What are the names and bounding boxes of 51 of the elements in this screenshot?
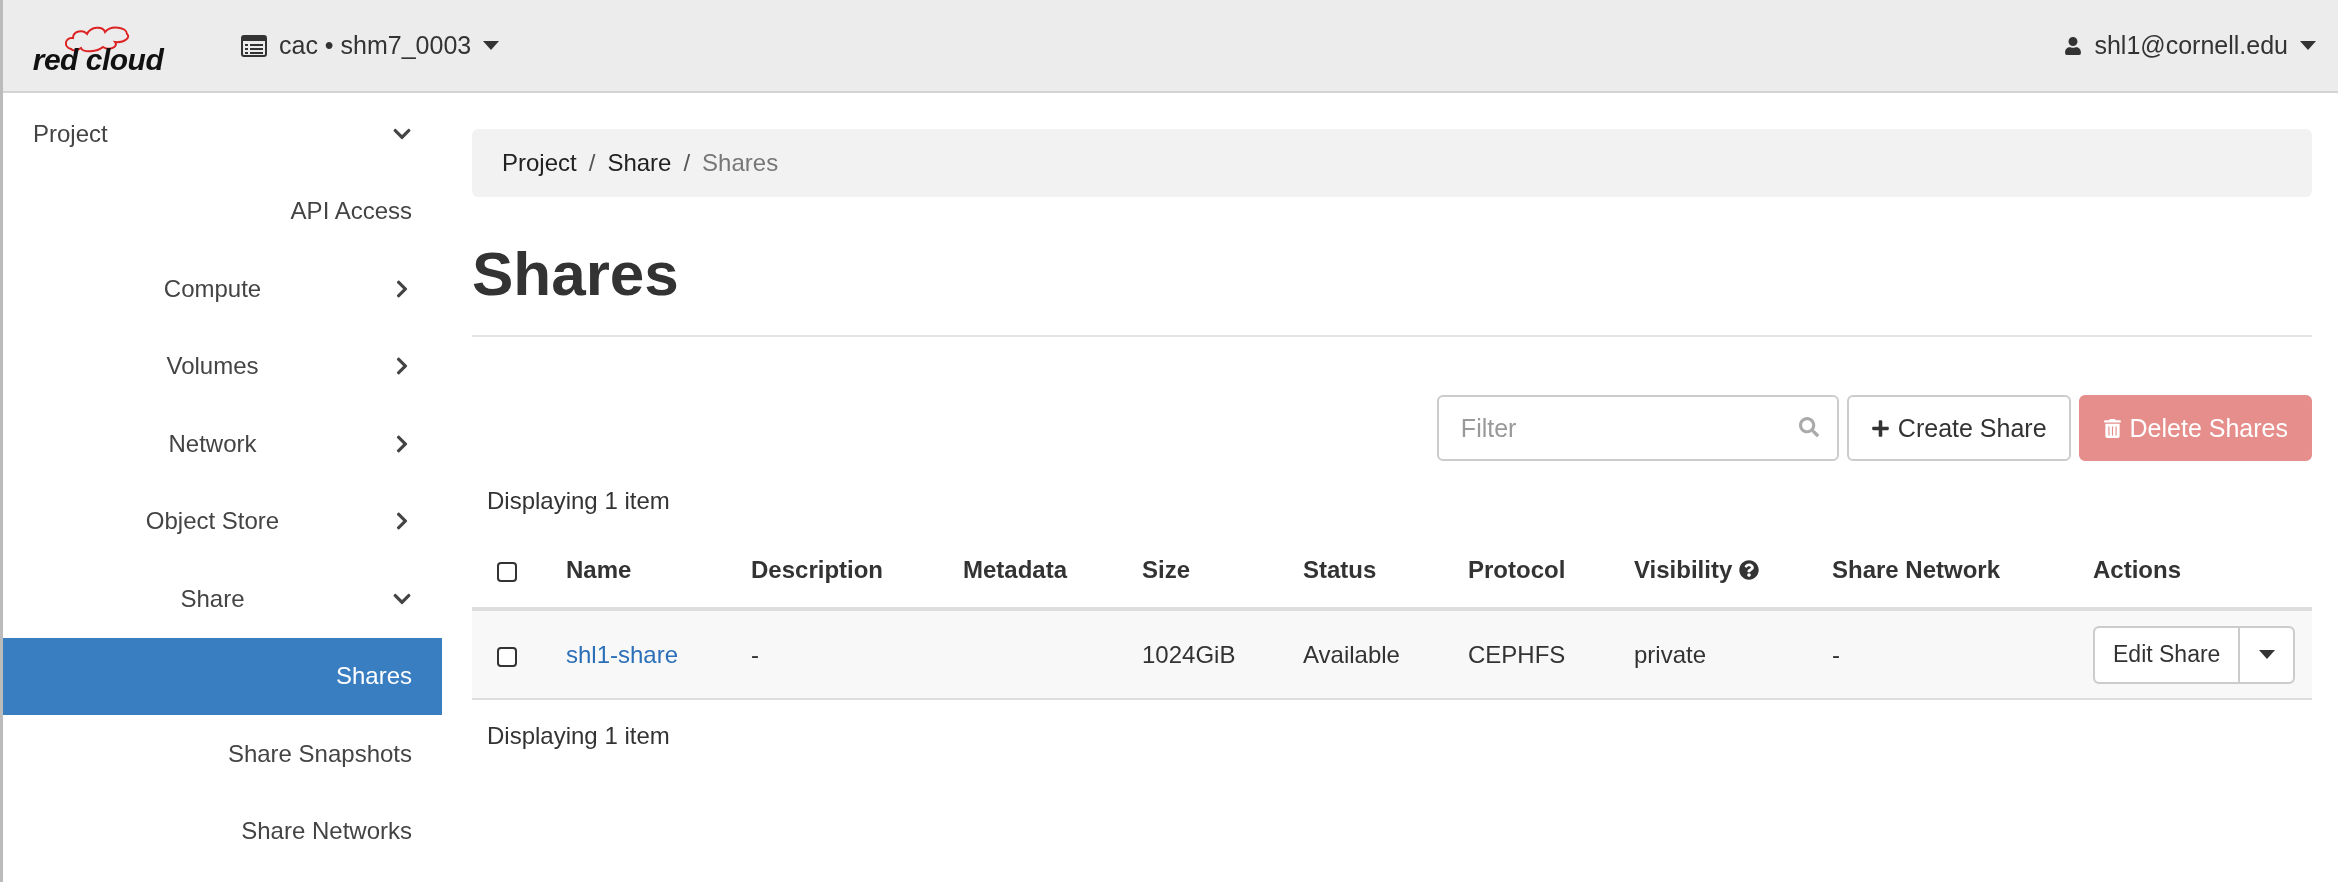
breadcrumb-separator: / xyxy=(588,149,596,177)
item-count: Displaying 1 item xyxy=(487,722,670,750)
user-icon xyxy=(2064,36,2083,55)
row-checkbox[interactable] xyxy=(497,646,517,667)
edit-button[interactable]: Edit Share xyxy=(2095,627,2239,682)
trash-icon xyxy=(2102,418,2122,438)
filter-field[interactable]: Filter xyxy=(1436,395,1839,462)
logo-text: red cloud xyxy=(32,44,164,75)
table-cell: CEPHFS xyxy=(1468,640,1566,668)
sidebar-item[interactable]: API Access xyxy=(3,172,442,250)
column-header: Visibility xyxy=(1634,556,1733,584)
sidebar-item[interactable]: Project xyxy=(3,95,442,173)
sidebar-item[interactable]: Compute xyxy=(3,250,442,328)
sidebar-item[interactable]: Share Networks xyxy=(3,792,442,870)
page-title: Shares xyxy=(472,238,680,310)
breadcrumb-item: Shares xyxy=(702,149,779,177)
share-link[interactable]: shl1-share xyxy=(566,640,679,668)
table-cell: 1024GiB xyxy=(1142,640,1236,668)
breadcrumb-item[interactable]: Project xyxy=(502,149,577,177)
project-menu[interactable]: cac • shm7_0003 xyxy=(241,31,500,60)
column-header: Name xyxy=(566,556,632,584)
sidebar-item[interactable]: Share Snapshots xyxy=(3,715,442,793)
sidebar-item[interactable]: Object Store xyxy=(3,482,442,560)
sidebar-item[interactable]: Share xyxy=(3,560,442,638)
table-cell: - xyxy=(751,640,759,668)
user-menu[interactable]: shl1@cornell.edu xyxy=(2064,31,2316,60)
create-button[interactable]: Create Share xyxy=(1846,395,2071,462)
caret-icon xyxy=(483,41,500,50)
column-header: Size xyxy=(1142,556,1191,584)
column-header: Protocol xyxy=(1468,556,1566,584)
window-list-icon xyxy=(241,34,267,57)
table-cell: - xyxy=(1832,640,1840,668)
breadcrumb-item[interactable]: Share xyxy=(607,149,672,177)
plus-icon xyxy=(1870,418,1890,438)
item-count: Displaying 1 item xyxy=(487,487,670,515)
actions-dropdown-button[interactable] xyxy=(2238,627,2293,682)
help-icon[interactable] xyxy=(1738,560,1759,581)
column-header: Share Network xyxy=(1832,556,2001,584)
column-header: Metadata xyxy=(963,556,1068,584)
table-cell: Available xyxy=(1303,640,1400,668)
search-icon xyxy=(1798,417,1819,438)
sidebar-item[interactable]: Shares xyxy=(3,637,442,715)
column-header: Actions xyxy=(2093,556,2181,584)
table-cell: private xyxy=(1634,640,1707,668)
select-all-checkbox[interactable] xyxy=(497,562,517,583)
breadcrumb-separator: / xyxy=(683,149,691,177)
caret-icon xyxy=(2300,41,2316,50)
column-header: Status xyxy=(1303,556,1377,584)
column-header: Description xyxy=(751,556,884,584)
sidebar-item[interactable]: Volumes xyxy=(3,327,442,405)
sidebar-item[interactable]: Network xyxy=(3,405,442,483)
